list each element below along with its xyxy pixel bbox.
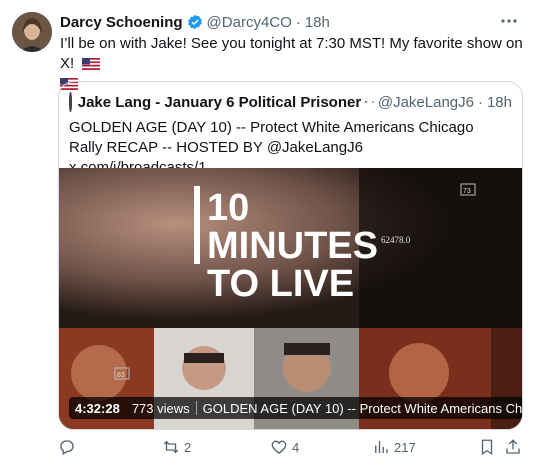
repost-count: 2 (184, 439, 192, 455)
reply-button[interactable] (58, 438, 80, 456)
quoted-author-handle: @JakeLangJ6 (377, 93, 474, 111)
video-duration: 4:32:28 (75, 400, 120, 416)
separator-dot: · (477, 93, 483, 111)
views-button[interactable]: 217 (372, 438, 416, 456)
video-views: 773 views (131, 400, 190, 416)
views-count: 217 (394, 439, 416, 455)
views-chart-icon (375, 441, 388, 453)
video-title-line-1: 10 (207, 187, 249, 229)
tweet-header: Darcy Schoening @Darcy4CO · 18h (60, 12, 518, 32)
video-tag-2: 83 (117, 372, 125, 379)
quoted-tweet-card[interactable]: Jake Lang - January 6 Political Prisoner… (58, 81, 523, 430)
quoted-author-avatar (69, 92, 72, 112)
us-flag-icon (82, 58, 101, 71)
video-thumbnail: 10 MINUTES TO LIVE 62478.0 73 83 (59, 168, 522, 429)
quoted-tweet-header: Jake Lang - January 6 Political Prisoner… (69, 92, 512, 112)
video-title-line-3: TO LIVE (207, 263, 354, 305)
tweet-timestamp[interactable]: 18h (305, 14, 330, 31)
tweet-action-bar: 2 4 217 (58, 438, 520, 458)
verified-badge-icon (371, 101, 374, 103)
us-flag-icon (365, 101, 368, 103)
author-handle[interactable]: @Darcy4CO (207, 14, 292, 31)
author-avatar[interactable] (12, 12, 52, 52)
repost-button[interactable]: 2 (162, 438, 191, 456)
separator-dot: · (295, 13, 301, 31)
quoted-author-name: Jake Lang - January 6 Political Prisoner (77, 93, 362, 111)
video-player[interactable]: 10 MINUTES TO LIVE 62478.0 73 83 4:32:28… (59, 168, 522, 429)
repost-icon (163, 440, 179, 454)
video-overlay-number: 62478.0 (381, 235, 411, 245)
verified-badge-icon (187, 14, 202, 30)
share-button[interactable] (504, 438, 526, 456)
heart-icon (271, 440, 287, 454)
share-icon (506, 439, 520, 454)
video-caption: GOLDEN AGE (DAY 10) -- Protect White Ame… (202, 400, 522, 416)
like-button[interactable]: 4 (270, 438, 299, 456)
reply-icon (60, 440, 74, 455)
quoted-timestamp: 18h (486, 93, 512, 111)
like-count: 4 (292, 439, 300, 455)
bookmark-button[interactable] (478, 438, 500, 456)
video-info-bar: 4:32:28 773 views GOLDEN AGE (DAY 10) --… (69, 397, 522, 419)
video-tag-1: 73 (463, 188, 471, 195)
bookmark-icon (481, 439, 493, 456)
video-title-line-2: MINUTES (207, 225, 378, 267)
author-name[interactable]: Darcy Schoening (60, 14, 183, 31)
tweet-body: I’ll be on with Jake! See you tonight at… (60, 35, 523, 72)
more-options-icon[interactable] (500, 12, 518, 35)
